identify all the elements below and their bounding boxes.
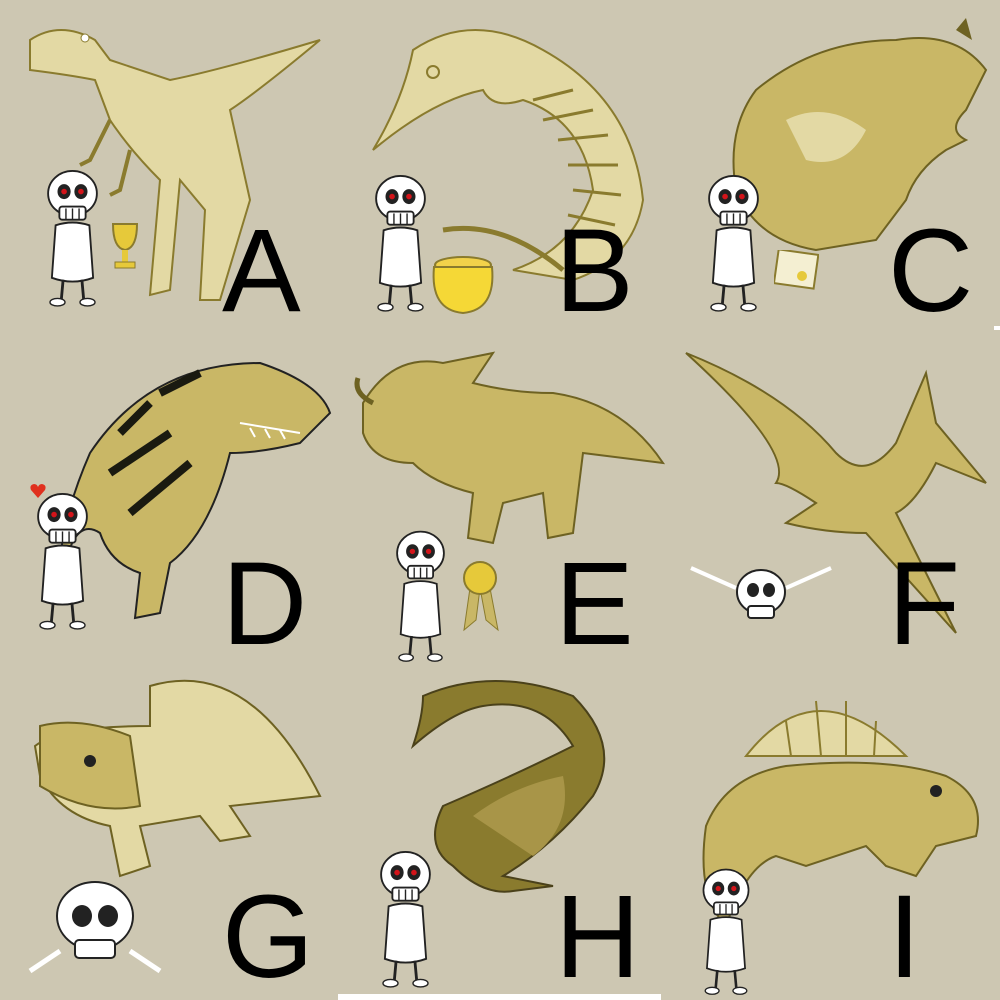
skeleton-icon	[691, 866, 761, 996]
skull-icon	[690, 566, 832, 619]
skeleton-icon	[383, 528, 458, 663]
bottom-white-bar	[338, 994, 661, 1000]
panel-letter: A	[222, 205, 301, 333]
panel-letter: C	[888, 205, 974, 333]
panel-letter: D	[222, 538, 308, 666]
panel-letter: B	[555, 205, 634, 333]
panel-f: F	[666, 333, 999, 666]
skull-icon	[28, 881, 162, 974]
edge-tick	[994, 326, 1000, 330]
panel-letter: H	[555, 871, 641, 999]
panel-letter: F	[888, 538, 961, 666]
skeleton-icon	[25, 488, 100, 633]
panel-b: B	[333, 0, 666, 333]
dinosaur-lineup-grid: A B C D E F G H I	[0, 0, 1000, 1000]
panel-a: A	[0, 0, 333, 333]
certificate-icon	[774, 250, 819, 290]
panel-letter: I	[888, 871, 921, 999]
panel-g: G	[0, 666, 333, 999]
ribbon-icon	[463, 561, 499, 632]
gold-pot-icon	[432, 256, 494, 315]
skeleton-icon	[696, 170, 771, 315]
panel-d: D	[0, 333, 333, 666]
heart-icon	[30, 484, 46, 498]
panel-c: C	[666, 0, 999, 333]
panel-letter: G	[222, 871, 314, 999]
skeleton-icon	[368, 846, 443, 991]
panel-letter: E	[555, 538, 634, 666]
panel-i: I	[666, 666, 999, 999]
panel-e: E	[333, 333, 666, 666]
trophy-icon	[111, 223, 139, 269]
panel-h: H	[333, 666, 666, 999]
skeleton-icon	[363, 170, 438, 315]
skeleton-icon	[35, 165, 110, 310]
